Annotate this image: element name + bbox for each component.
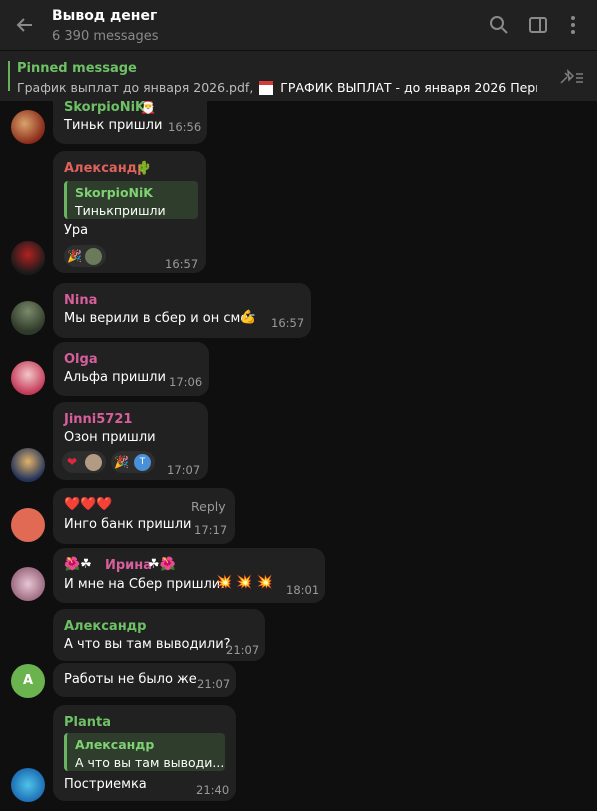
chat-message-count: 6 390 messages	[52, 29, 159, 44]
search-icon[interactable]	[487, 13, 511, 37]
pinned-text: ГРАФИК ВЫПЛАТ - до января 2026 Период...	[280, 80, 537, 95]
reaction-chip[interactable]: 🎉	[64, 245, 106, 267]
message-bubble[interactable]: Olga Альфа пришли 17:06	[53, 342, 209, 396]
message-bubble[interactable]: Александр А что вы там выводили? 21:07	[53, 609, 265, 661]
reply-sender: Александр	[75, 737, 155, 752]
sender-name[interactable]: Jinni5721	[64, 412, 132, 427]
avatar: T	[134, 454, 151, 471]
sender-name[interactable]: Александр	[64, 161, 147, 176]
reaction-chip[interactable]: 🎉 T	[111, 451, 155, 473]
message-time: 16:56	[168, 120, 202, 134]
sender-name[interactable]: Александр	[64, 619, 147, 634]
avatar[interactable]	[11, 361, 45, 395]
avatar[interactable]	[11, 508, 45, 542]
emoji-icon: 🌵	[136, 161, 153, 176]
pinned-preview: График выплат до января 2026.pdf, ГРАФИК…	[17, 80, 537, 95]
reply-quote[interactable]: SkorpioNiK Тинькпришли	[64, 181, 198, 219]
message-bubble[interactable]: Работы не было же 21:07	[53, 663, 236, 697]
message-bubble[interactable]: SkorpioNiK 🎅 Тиньк пришли 16:56	[53, 101, 207, 144]
message-time: 21:07	[226, 643, 260, 657]
avatar[interactable]: A	[11, 664, 45, 698]
avatar[interactable]	[11, 567, 45, 601]
message-text: Альфа пришли	[64, 370, 166, 385]
reply-text: А что вы там выводи...	[75, 755, 225, 770]
message-bubble[interactable]: ❤️❤️❤️ Reply Инго банк пришли 17:17	[53, 488, 235, 544]
pinned-indicator	[8, 61, 10, 91]
reply-quote[interactable]: Александр А что вы там выводи...	[64, 733, 225, 771]
flower-icon: 🌺☘	[64, 557, 92, 572]
pinned-message-bar[interactable]: Pinned message График выплат до января 2…	[0, 51, 597, 101]
unpin-icon[interactable]	[559, 68, 585, 91]
sender-name[interactable]: SkorpioNiK	[64, 101, 145, 115]
pinned-title: Pinned message	[17, 61, 137, 76]
sender-name[interactable]: Planta	[64, 715, 111, 730]
sender-name[interactable]: Olga	[64, 352, 98, 367]
avatar	[85, 454, 102, 471]
heart-icon: ❤	[67, 455, 78, 469]
calendar-icon	[259, 81, 274, 95]
message-list[interactable]: SkorpioNiK 🎅 Тиньк пришли 16:56 Александ…	[0, 101, 597, 811]
party-icon: 🎉	[67, 249, 82, 263]
message-text: Ура	[64, 223, 89, 238]
reply-text: Тинькпришли	[75, 203, 166, 218]
sender-name[interactable]: Ирина	[105, 558, 152, 573]
pinned-file: График выплат до января 2026.pdf,	[17, 80, 254, 95]
message-bubble[interactable]: Planta Александр А что вы там выводи... …	[53, 705, 236, 801]
message-text: Озон пришли	[64, 430, 156, 445]
party-icon: 🎉	[114, 455, 129, 469]
message-time: 16:57	[271, 316, 305, 330]
avatar[interactable]	[11, 241, 45, 275]
reaction-chip[interactable]: ❤	[62, 451, 106, 473]
flexed-biceps-icon: 💪	[240, 310, 257, 325]
message-bubble[interactable]: Jinni5721 Озон пришли ❤ 🎉 T 17:07	[53, 402, 208, 480]
message-text: Работы не было же	[64, 672, 197, 687]
back-arrow-icon[interactable]	[12, 12, 38, 38]
message-time: 18:01	[286, 583, 320, 597]
message-bubble[interactable]: 🌺☘ Ирина ☘🌺 И мне на Сбер пришли! 💥 💥 💥 …	[53, 548, 325, 603]
message-text: А что вы там выводили?	[64, 637, 231, 652]
avatar	[85, 248, 102, 265]
message-time: 21:40	[196, 783, 230, 797]
chat-title[interactable]: Вывод денег	[52, 8, 157, 24]
message-bubble[interactable]: Nina Мы верили в сбер и он смог 💪 16:57	[53, 283, 311, 338]
message-time: 17:07	[167, 463, 201, 477]
sidebar-toggle-icon[interactable]	[526, 13, 550, 37]
message-bubble[interactable]: Александр 🌵 SkorpioNiK Тинькпришли Ура 🎉…	[53, 151, 206, 273]
message-text: И мне на Сбер пришли!	[64, 577, 226, 592]
more-menu-icon[interactable]	[561, 13, 585, 37]
reply-button[interactable]: Reply	[191, 499, 226, 514]
message-text: Тиньк пришли	[64, 118, 163, 133]
message-text: Инго банк пришли	[64, 517, 192, 532]
message-time: 16:57	[165, 257, 199, 271]
avatar[interactable]	[11, 301, 45, 335]
emoji-icon: 🎅	[140, 101, 157, 115]
avatar[interactable]	[11, 448, 45, 482]
flower-icon: ☘🌺	[148, 557, 176, 572]
chat-header: Вывод денег 6 390 messages	[0, 0, 597, 50]
sender-name[interactable]: ❤️❤️❤️	[64, 497, 113, 512]
message-time: 17:06	[169, 375, 203, 389]
message-time: 21:07	[197, 677, 231, 691]
message-text: Мы верили в сбер и он смог	[64, 311, 256, 326]
collision-icon: 💥 💥 💥	[216, 575, 273, 590]
reply-sender: SkorpioNiK	[75, 185, 153, 200]
message-text: Постриемка	[64, 777, 147, 792]
avatar[interactable]	[11, 768, 45, 802]
avatar[interactable]	[11, 110, 45, 144]
sender-name[interactable]: Nina	[64, 293, 97, 308]
message-time: 17:17	[194, 523, 228, 537]
